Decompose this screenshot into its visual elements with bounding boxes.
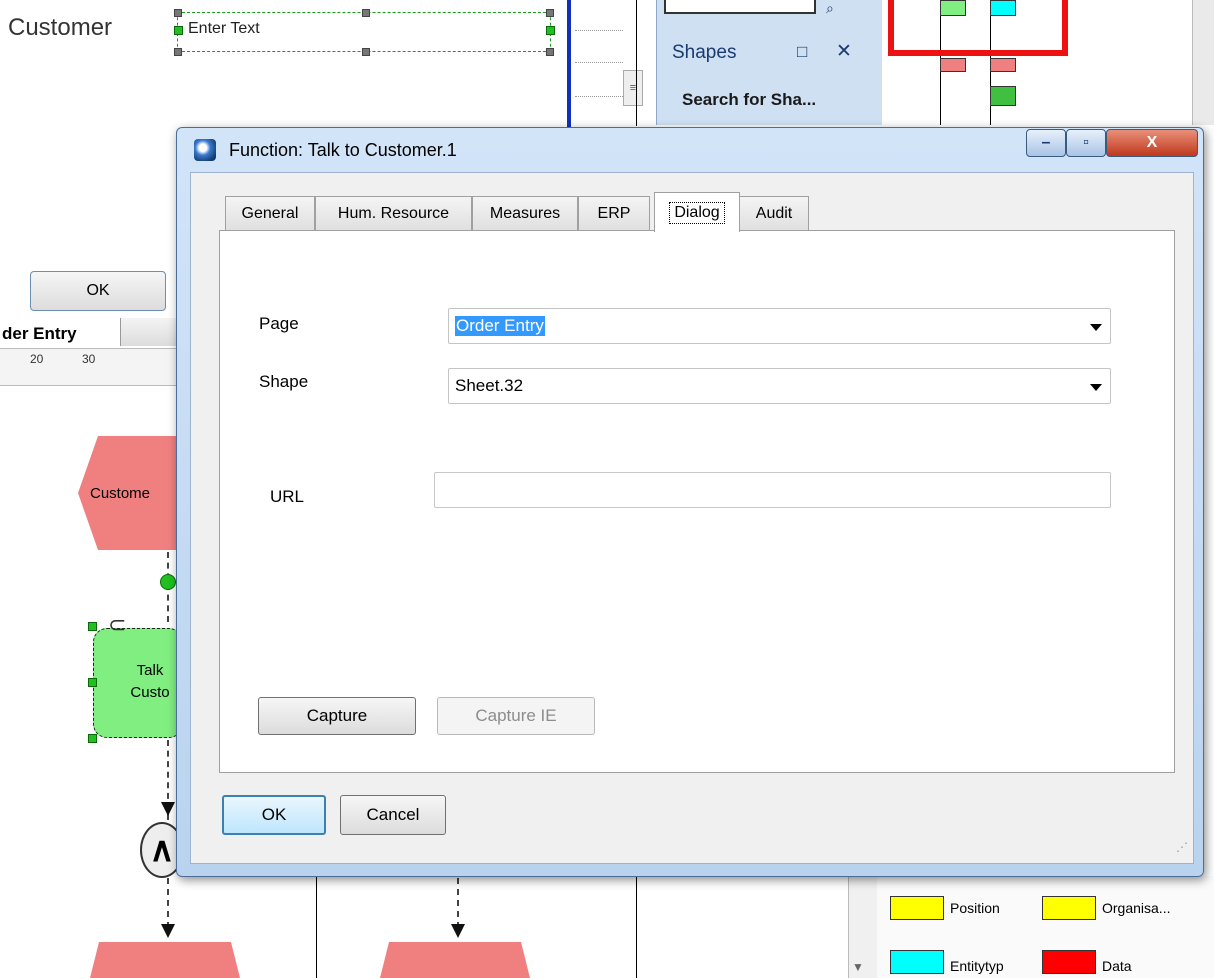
background-ok-button[interactable]: OK	[30, 271, 166, 311]
legend-swatch-data	[1042, 950, 1096, 974]
ruler-label: 30	[82, 352, 96, 366]
talk-shape-label: Talk Custo	[130, 662, 170, 701]
ok-button[interactable]: OK	[222, 795, 326, 835]
tab-dialog[interactable]: Dialog	[654, 192, 740, 232]
search-icon[interactable]: ⌕	[826, 0, 834, 17]
dotted-guide	[575, 62, 623, 63]
page-label: Page	[259, 314, 299, 333]
shape-dropdown[interactable]: Sheet.32	[448, 368, 1111, 404]
shapes-panel-title: Shapes	[672, 42, 737, 63]
connector-line	[167, 878, 169, 928]
url-input[interactable]	[434, 472, 1111, 508]
selection-handle[interactable]	[174, 48, 182, 56]
selection-handle[interactable]	[88, 678, 97, 687]
minimize-button[interactable]: –	[1026, 129, 1066, 157]
selection-handle[interactable]	[174, 26, 183, 35]
capture-button[interactable]: Capture	[258, 697, 416, 735]
tab-label: Hum. Resource	[337, 204, 450, 222]
app-icon	[194, 139, 216, 161]
page-tab-label: der Entry	[2, 324, 77, 343]
tab-audit[interactable]: Audit	[739, 196, 809, 230]
selection-frame	[888, 50, 1068, 56]
lane-divider	[636, 0, 637, 126]
customer-shape-label: Custome	[90, 485, 151, 502]
tab-general[interactable]: General	[225, 196, 315, 230]
chevron-down-icon[interactable]: ▼	[852, 960, 864, 974]
close-button[interactable]: X	[1106, 129, 1198, 157]
dotted-guide	[575, 96, 623, 97]
selection-handle[interactable]	[362, 9, 370, 17]
legend-swatch-entitytyp	[890, 950, 944, 974]
chevron-down-icon[interactable]	[1090, 324, 1102, 331]
selection-handle[interactable]	[546, 48, 554, 56]
customer-label: Customer	[8, 14, 113, 41]
connector-line	[457, 878, 459, 928]
selection-handle[interactable]	[88, 734, 97, 743]
page-dropdown-value: Order Entry	[455, 316, 545, 336]
capture-ie-button[interactable]: Capture IE	[437, 697, 595, 735]
tab-erp[interactable]: ERP	[578, 196, 650, 230]
tab-label: General	[241, 204, 299, 222]
selection-handle[interactable]	[362, 48, 370, 56]
legend-swatch-organisation	[1042, 896, 1096, 920]
shape-dropdown-value: Sheet.32	[455, 376, 524, 395]
dock-icon[interactable]: □	[797, 42, 807, 62]
event-swatch	[990, 58, 1016, 72]
lane-divider	[316, 876, 317, 978]
tab-label: ERP	[597, 204, 631, 222]
tab-label: Measures	[489, 204, 561, 222]
ruler-label: 20	[30, 352, 44, 366]
stencil-preview	[664, 0, 816, 14]
selection-handle[interactable]	[174, 9, 182, 17]
selection-frame	[888, 0, 894, 56]
dialog-title: Function: Talk to Customer.1	[229, 140, 457, 160]
lane-divider	[636, 876, 637, 978]
legend-swatch-position	[890, 896, 944, 920]
url-label: URL	[270, 487, 305, 506]
selection-handle[interactable]	[546, 26, 555, 35]
page-dropdown[interactable]: Order Entry	[448, 308, 1111, 344]
entity-swatch	[990, 0, 1016, 16]
data-swatch	[990, 86, 1016, 106]
dotted-guide	[575, 30, 623, 31]
arrow-down-icon	[161, 802, 175, 816]
close-icon[interactable]: ✕	[836, 40, 852, 63]
resize-grip-icon[interactable]: ⋰	[1176, 840, 1188, 854]
lane-divider	[567, 0, 571, 140]
legend-label: Organisa...	[1102, 900, 1171, 916]
selection-handle[interactable]	[546, 9, 554, 17]
paperclip-icon: ⊂	[108, 612, 127, 637]
connector-point[interactable]	[160, 574, 176, 590]
chevron-down-icon[interactable]	[1090, 384, 1102, 391]
legend-label: Data	[1102, 958, 1132, 974]
shape-label: Shape	[259, 372, 309, 391]
event-shape[interactable]	[380, 942, 530, 978]
cancel-button[interactable]: Cancel	[340, 795, 446, 835]
tab-label: Audit	[755, 204, 793, 222]
stencil-diagram-area	[882, 0, 1192, 125]
selection-frame	[1062, 0, 1068, 56]
page-tab-order-entry[interactable]: der Entry	[0, 316, 176, 346]
search-shapes-label[interactable]: Search for Sha...	[682, 90, 816, 110]
function-swatch	[940, 0, 966, 16]
legend-label: Entitytyp	[950, 958, 1004, 974]
event-swatch	[940, 58, 966, 72]
selection-handle[interactable]	[88, 622, 97, 631]
legend-label: Position	[950, 900, 1000, 916]
maximize-button[interactable]: ▫	[1066, 129, 1106, 157]
tab-measures[interactable]: Measures	[472, 196, 578, 230]
arrow-down-icon	[451, 924, 465, 938]
enter-text-placeholder[interactable]: Enter Text	[188, 20, 260, 38]
arrow-down-icon	[161, 924, 175, 938]
scrollbar-thumb[interactable]: ≡	[623, 70, 643, 106]
vertical-scrollbar[interactable]	[1192, 0, 1214, 125]
tab-hum-resource[interactable]: Hum. Resource	[315, 196, 472, 230]
event-shape[interactable]	[90, 942, 240, 978]
tab-label: Dialog	[669, 201, 725, 224]
